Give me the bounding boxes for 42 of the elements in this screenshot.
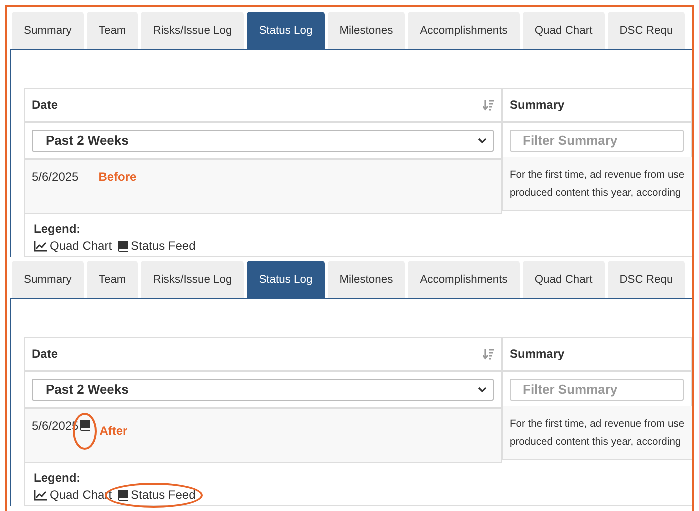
tab[interactable]: Accomplishments	[408, 12, 520, 49]
date-range-select[interactable]: Past 2 Weeks	[32, 130, 494, 152]
book-icon	[118, 240, 128, 252]
annotation-label: Before	[98, 170, 137, 184]
tab[interactable]: Quad Chart	[522, 261, 605, 298]
summary-filter-field[interactable]: Filter Summary	[510, 378, 684, 400]
legend-label: Status Feed	[131, 239, 196, 253]
chevron-icon	[478, 138, 487, 144]
legend-title: Legend:	[34, 471, 82, 485]
summary-filter-field[interactable]: Filter Summary	[510, 130, 684, 152]
column-header[interactable]: Summary	[510, 98, 565, 112]
column-header[interactable]: Summary	[510, 347, 565, 361]
date-text: 5/6/2025	[32, 170, 79, 184]
book-icon	[118, 490, 128, 500]
tab[interactable]: Team	[86, 12, 138, 49]
tab[interactable]: Accomplishments	[408, 261, 520, 298]
chevron-icon	[478, 386, 487, 392]
tab[interactable]: Team	[86, 261, 138, 298]
summary-text: For the first time, ad revenue from use produced content this year, according	[502, 406, 692, 460]
legend-label: Quad Chart	[50, 239, 112, 253]
annotation-label: After	[100, 424, 128, 438]
tab[interactable]: Status Log	[247, 261, 325, 298]
tab[interactable]: Quad Chart	[522, 12, 605, 49]
sort-icon[interactable]	[483, 100, 494, 110]
tab[interactable]: Risks/Issue Log	[141, 261, 244, 298]
tab[interactable]: Summary	[12, 12, 84, 49]
legend-title: Legend:	[34, 222, 82, 236]
sort-icon[interactable]	[483, 348, 494, 360]
column-header[interactable]: Date	[32, 347, 58, 361]
tab[interactable]: Summary	[12, 261, 84, 298]
tab[interactable]: DSC Requ	[608, 261, 686, 298]
legend-label: Status Feed	[131, 488, 196, 502]
line-chart-icon	[34, 240, 47, 252]
tab[interactable]: Milestones	[328, 261, 406, 298]
tab[interactable]: Risks/Issue Log	[141, 12, 244, 49]
line-chart-icon	[34, 490, 47, 500]
tab[interactable]: Milestones	[328, 12, 406, 49]
date-range-select[interactable]: Past 2 Weeks	[32, 378, 494, 400]
tab[interactable]: Status Log	[247, 12, 325, 49]
summary-text: For the first time, ad revenue from use produced content this year, according	[502, 157, 692, 211]
column-header[interactable]: Date	[32, 98, 58, 112]
tab[interactable]: DSC Requ	[608, 12, 686, 49]
